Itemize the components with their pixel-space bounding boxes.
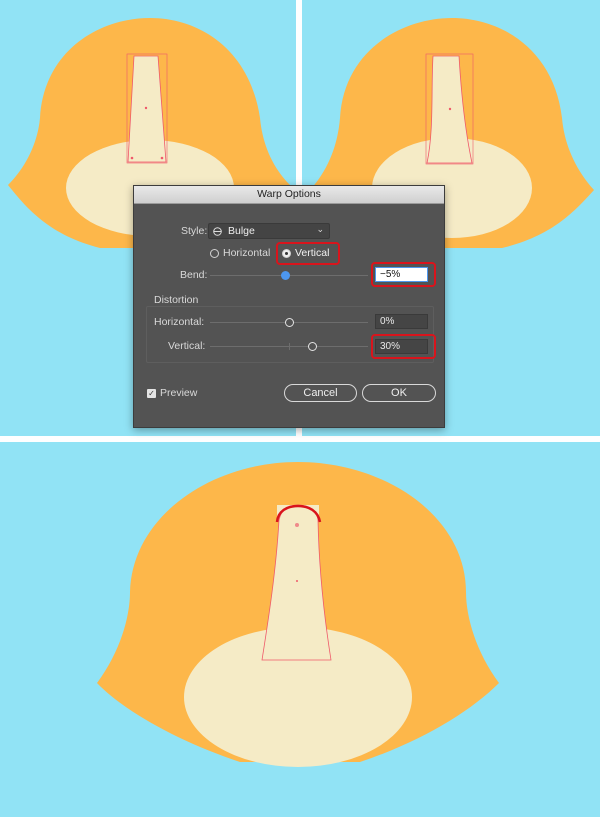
horizontal-radio[interactable] bbox=[210, 249, 219, 258]
checkmark-icon: ✓ bbox=[148, 389, 155, 398]
distortion-horizontal-knob[interactable] bbox=[284, 318, 294, 327]
center-point bbox=[448, 107, 452, 111]
distortion-section-label: Distortion bbox=[154, 294, 199, 306]
style-label: Style: bbox=[181, 225, 208, 237]
bulge-icon bbox=[213, 227, 222, 236]
bend-input[interactable]: −5% bbox=[375, 267, 428, 282]
distortion-vertical-input[interactable]: 30% bbox=[375, 339, 428, 354]
vertical-radio[interactable] bbox=[282, 249, 291, 258]
ok-button[interactable]: OK bbox=[362, 384, 436, 402]
bend-label: Bend: bbox=[180, 269, 208, 281]
distortion-vertical-center-tick bbox=[289, 343, 290, 350]
bend-slider-knob[interactable] bbox=[280, 271, 290, 280]
cancel-button[interactable]: Cancel bbox=[284, 384, 357, 402]
horizontal-radio-label[interactable]: Horizontal bbox=[223, 247, 270, 259]
anchor-point bbox=[295, 523, 299, 527]
canvas-panel-result bbox=[0, 442, 600, 817]
vertical-radio-label[interactable]: Vertical bbox=[295, 247, 329, 259]
dialog-title: Warp Options bbox=[134, 186, 444, 204]
center-point bbox=[144, 106, 148, 110]
preview-checkbox[interactable]: ✓ bbox=[147, 389, 156, 398]
artwork-result bbox=[97, 462, 499, 767]
distortion-horizontal-input[interactable]: 0% bbox=[375, 314, 428, 329]
center-point bbox=[296, 580, 298, 582]
preview-label[interactable]: Preview bbox=[160, 387, 197, 399]
style-value: Bulge bbox=[228, 225, 255, 237]
distortion-horizontal-label: Horizontal: bbox=[154, 316, 205, 328]
style-dropdown[interactable]: Bulge ⌄ bbox=[208, 223, 330, 239]
chevron-down-icon: ⌄ bbox=[316, 224, 324, 234]
distortion-vertical-label: Vertical: bbox=[168, 340, 206, 352]
warp-options-dialog: Warp Options Style: Bulge ⌄ Horizontal V… bbox=[133, 185, 445, 428]
